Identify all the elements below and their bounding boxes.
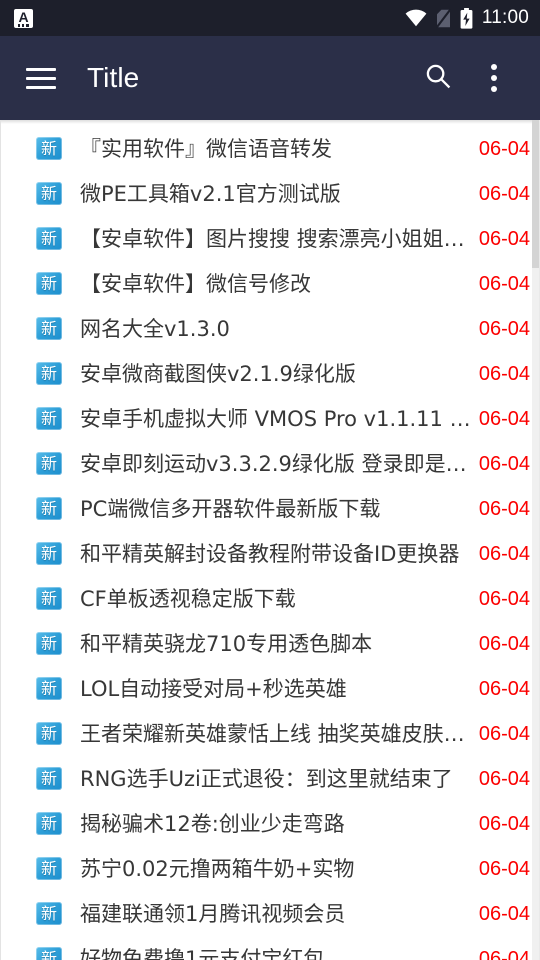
list-item-date: 06-04 [478, 767, 530, 790]
list-item-title: 安卓微商截图侠v2.1.9绿化版 [80, 361, 356, 386]
status-bar-system-icons: 11:00 [405, 7, 529, 29]
list-item-date: 06-04 [478, 857, 530, 880]
list-item[interactable]: 新安卓微商截图侠v2.1.9绿化版 06-04 [1, 351, 539, 396]
new-badge-icon: 新 [36, 227, 62, 250]
list-item[interactable]: 新【安卓软件】微信号修改 06-04 [1, 261, 539, 306]
list-item[interactable]: 新苏宁0.02元撸两箱牛奶+实物 06-04 [1, 846, 539, 891]
list-item-title: RNG选手Uzi正式退役：到这里就结束了 [80, 766, 453, 791]
app-notification-bars [18, 23, 29, 27]
list-item-date: 06-04 [478, 632, 530, 655]
hamburger-menu-button[interactable] [9, 46, 73, 110]
list-item-date: 06-04 [478, 182, 530, 205]
new-badge-icon: 新 [36, 632, 62, 655]
list-item-date: 06-04 [478, 722, 530, 745]
new-badge-icon: 新 [36, 317, 62, 340]
battery-charging-icon [460, 7, 473, 29]
list-item-title: 网名大全v1.3.0 [80, 316, 230, 341]
status-bar: A 11:00 [0, 0, 540, 36]
new-badge-icon: 新 [36, 902, 62, 925]
list-item-title: 微PE工具箱v2.1官方测试版 [80, 181, 341, 206]
list-item-title: LOL自动接受对局+秒选英雄 [80, 676, 347, 701]
list-item-date: 06-04 [478, 542, 530, 565]
list-item-date: 06-04 [478, 452, 530, 475]
list-item[interactable]: 新 PC端微信多开器软件最新版下载 06-04 [1, 486, 539, 531]
list-item-title: 王者荣耀新英雄蒙恬上线 抽奖英雄皮肤… [80, 721, 465, 746]
list-item[interactable]: 新 好物免费撸1元支付宝红包 06-04 [1, 936, 539, 960]
search-button[interactable] [410, 50, 466, 106]
list-item-title: CF单板透视稳定版下载 [80, 586, 296, 611]
list-item-date: 06-04 [478, 497, 530, 520]
new-badge-icon: 新 [36, 182, 62, 205]
list-item-title: 和平精英骁龙710专用透色脚本 [80, 631, 373, 656]
list-item-date: 06-04 [478, 677, 530, 700]
list-item-title: 安卓即刻运动v3.3.2.9绿化版 登录即是… [80, 451, 467, 476]
list-item[interactable]: 新和平精英解封设备教程附带设备ID更换器 06-04 [1, 531, 539, 576]
list-item[interactable]: 新 RNG选手Uzi正式退役：到这里就结束了 06-04 [1, 756, 539, 801]
app-notification-icon: A [14, 8, 33, 28]
wifi-icon [405, 9, 427, 27]
app-bar: Title [0, 36, 540, 120]
page-title: Title [87, 62, 140, 93]
list-item-date: 06-04 [478, 137, 530, 160]
list-item[interactable]: 新『实用软件』微信语音转发 06-04 [1, 126, 539, 171]
list-item-title: 安卓手机虚拟大师 VMOS Pro v1.1.11 … [80, 406, 471, 431]
list-item-title: 好物免费撸1元支付宝红包 [80, 946, 325, 960]
new-badge-icon: 新 [36, 542, 62, 565]
new-badge-icon: 新 [36, 857, 62, 880]
overflow-menu-button[interactable] [466, 50, 522, 106]
list-item-date: 06-04 [478, 812, 530, 835]
new-badge-icon: 新 [36, 407, 62, 430]
no-sim-card-icon [435, 8, 451, 28]
list-item[interactable]: 新王者荣耀新英雄蒙恬上线 抽奖英雄皮肤… 06-04 [1, 711, 539, 756]
list-item-date: 06-04 [478, 587, 530, 610]
hamburger-menu-icon [26, 67, 56, 89]
list-item-date: 06-04 [478, 317, 530, 340]
more-vertical-icon [491, 63, 497, 93]
app-notification-letter: A [18, 8, 29, 25]
list-item[interactable]: 新安卓手机虚拟大师 VMOS Pro v1.1.11 … 06-04 [1, 396, 539, 441]
list-item[interactable]: 新微PE工具箱v2.1官方测试版 06-04 [1, 171, 539, 216]
list-item-date: 06-04 [478, 272, 530, 295]
list-item[interactable]: 新网名大全v1.3.0 06-04 [1, 306, 539, 351]
new-badge-icon: 新 [36, 452, 62, 475]
scrollbar-thumb[interactable] [532, 120, 539, 268]
list-item[interactable]: 新福建联通领1月腾讯视频会员 06-04 [1, 891, 539, 936]
status-bar-clock: 11:00 [481, 7, 529, 28]
list-item[interactable]: 新【安卓软件】图片搜搜 搜索漂亮小姐姐… 06-04 [1, 216, 539, 261]
list-item-title: 和平精英解封设备教程附带设备ID更换器 [80, 541, 460, 566]
list-item-title: 『实用软件』微信语音转发 [80, 136, 332, 161]
list-item-date: 06-04 [478, 902, 530, 925]
new-badge-icon: 新 [36, 137, 62, 160]
list-item-title: 苏宁0.02元撸两箱牛奶+实物 [80, 856, 355, 881]
list-item-title: PC端微信多开器软件最新版下载 [80, 496, 381, 521]
list-item[interactable]: 新 LOL自动接受对局+秒选英雄 06-04 [1, 666, 539, 711]
list-item-date: 06-04 [478, 407, 530, 430]
new-badge-icon: 新 [36, 812, 62, 835]
content-area: 新『实用软件』微信语音转发 06-04 新微PE工具箱v2.1官方测试版 06-04 新… [0, 120, 540, 960]
new-badge-icon: 新 [36, 587, 62, 610]
list-item[interactable]: 新 CF单板透视稳定版下载 06-04 [1, 576, 539, 621]
list-item-date: 06-04 [478, 947, 530, 960]
new-badge-icon: 新 [36, 362, 62, 385]
new-badge-icon: 新 [36, 767, 62, 790]
list-item[interactable]: 新安卓即刻运动v3.3.2.9绿化版 登录即是… 06-04 [1, 441, 539, 486]
list-item-date: 06-04 [478, 362, 530, 385]
list-item[interactable]: 新揭秘骗术12卷:创业少走弯路 06-04 [1, 801, 539, 846]
new-badge-icon: 新 [36, 722, 62, 745]
list-item[interactable]: 新和平精英骁龙710专用透色脚本 06-04 [1, 621, 539, 666]
new-badge-icon: 新 [36, 272, 62, 295]
list-item-title: 【安卓软件】微信号修改 [80, 271, 311, 296]
new-badge-icon: 新 [36, 677, 62, 700]
search-icon [423, 61, 453, 96]
news-list: 新『实用软件』微信语音转发 06-04 新微PE工具箱v2.1官方测试版 06-04 新… [1, 120, 539, 960]
list-item-date: 06-04 [478, 227, 530, 250]
list-item-title: 福建联通领1月腾讯视频会员 [80, 901, 346, 926]
list-item-title: 揭秘骗术12卷:创业少走弯路 [80, 811, 345, 836]
status-bar-notifications: A [14, 8, 405, 28]
new-badge-icon: 新 [36, 947, 62, 960]
list-item-title: 【安卓软件】图片搜搜 搜索漂亮小姐姐… [80, 226, 465, 251]
new-badge-icon: 新 [36, 497, 62, 520]
